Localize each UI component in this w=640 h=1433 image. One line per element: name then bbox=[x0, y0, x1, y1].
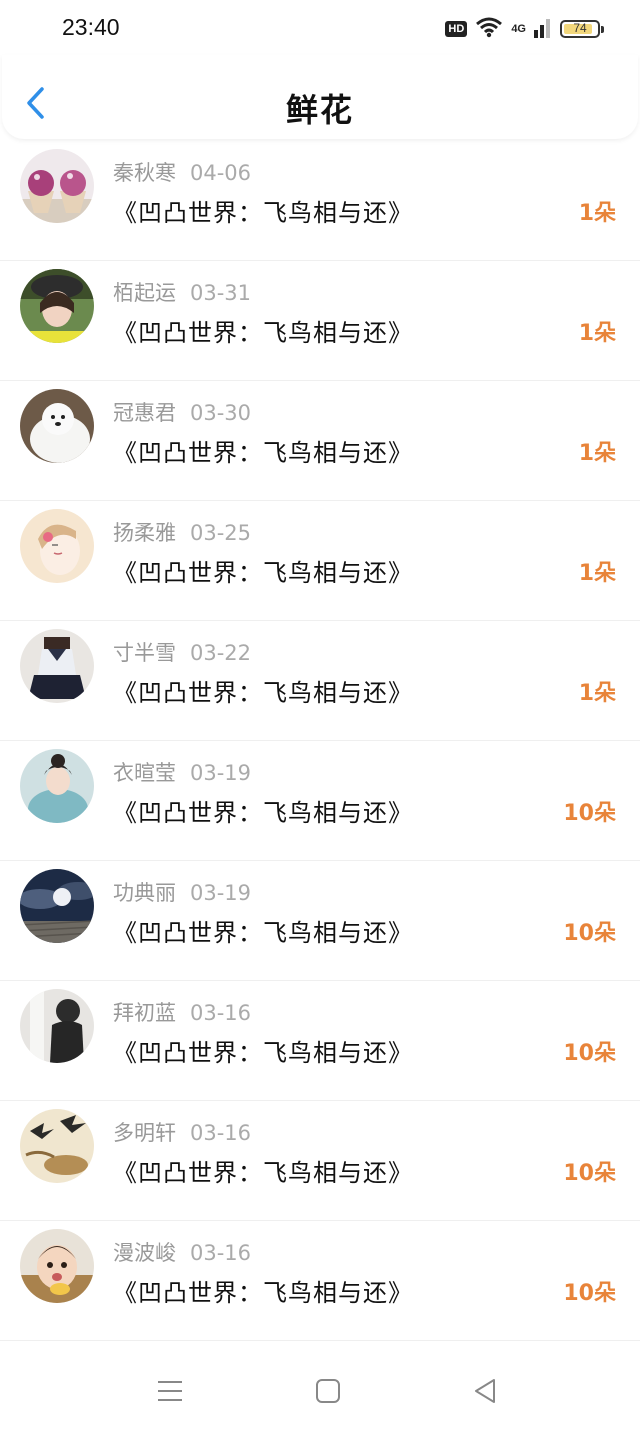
list-item-meta: 衣暄莹 03-19 bbox=[113, 757, 251, 787]
list-item[interactable]: 功典丽 03-19 《凹凸世界：飞鸟相与还》 10朵 bbox=[0, 861, 640, 981]
flower-count: 10朵 bbox=[563, 1041, 616, 1066]
avatar[interactable] bbox=[20, 989, 94, 1063]
gift-date: 03-16 bbox=[190, 1241, 252, 1265]
user-name: 冠惠君 bbox=[113, 401, 176, 425]
book-title[interactable]: 《凹凸世界：飞鸟相与还》 bbox=[113, 553, 413, 588]
gift-date: 03-30 bbox=[190, 401, 252, 425]
list-item-meta: 拜初蓝 03-16 bbox=[113, 997, 251, 1027]
avatar[interactable] bbox=[20, 1229, 94, 1303]
book-title[interactable]: 《凹凸世界：飞鸟相与还》 bbox=[113, 193, 413, 228]
list-item-meta: 寸半雪 03-22 bbox=[113, 637, 251, 667]
hd-badge: HD bbox=[445, 21, 468, 37]
list-item-meta: 多明轩 03-16 bbox=[113, 1117, 251, 1147]
user-name: 寸半雪 bbox=[113, 641, 176, 665]
flower-list: 秦秋寒 04-06 《凹凸世界：飞鸟相与还》 1朵 栢起运 03-31 《凹凸世界：… bbox=[0, 141, 640, 1341]
flower-count: 10朵 bbox=[563, 1281, 616, 1306]
book-title[interactable]: 《凹凸世界：飞鸟相与还》 bbox=[113, 433, 413, 468]
avatar[interactable] bbox=[20, 869, 94, 943]
header: 鲜花 bbox=[2, 55, 638, 139]
list-item[interactable]: 扬柔雅 03-25 《凹凸世界：飞鸟相与还》 1朵 bbox=[0, 501, 640, 621]
gift-date: 03-16 bbox=[190, 1121, 252, 1145]
avatar[interactable] bbox=[20, 1109, 94, 1183]
flower-count: 10朵 bbox=[563, 1161, 616, 1186]
list-item-meta: 冠惠君 03-30 bbox=[113, 397, 251, 427]
system-nav-bar bbox=[0, 1360, 640, 1420]
gift-date: 03-19 bbox=[190, 881, 252, 905]
status-icons: HD 4G 74 bbox=[445, 16, 604, 42]
user-name: 秦秋寒 bbox=[113, 161, 176, 185]
avatar[interactable] bbox=[20, 629, 94, 703]
book-title[interactable]: 《凹凸世界：飞鸟相与还》 bbox=[113, 1153, 413, 1188]
avatar[interactable] bbox=[20, 269, 94, 343]
list-item[interactable]: 漫波峻 03-16 《凹凸世界：飞鸟相与还》 10朵 bbox=[0, 1221, 640, 1341]
list-item-meta: 扬柔雅 03-25 bbox=[113, 517, 251, 547]
list-item[interactable]: 衣暄莹 03-19 《凹凸世界：飞鸟相与还》 10朵 bbox=[0, 741, 640, 861]
signal-icon bbox=[534, 16, 552, 42]
gift-date: 04-06 bbox=[190, 161, 252, 185]
avatar[interactable] bbox=[20, 389, 94, 463]
book-title[interactable]: 《凹凸世界：飞鸟相与还》 bbox=[113, 793, 413, 828]
page-title: 鲜花 bbox=[285, 91, 354, 129]
back-triangle-icon[interactable] bbox=[470, 1376, 500, 1406]
flower-count: 1朵 bbox=[578, 441, 616, 466]
list-item[interactable]: 多明轩 03-16 《凹凸世界：飞鸟相与还》 10朵 bbox=[0, 1101, 640, 1221]
book-title[interactable]: 《凹凸世界：飞鸟相与还》 bbox=[113, 673, 413, 708]
flower-count: 10朵 bbox=[563, 801, 616, 826]
list-item-meta: 功典丽 03-19 bbox=[113, 877, 251, 907]
gift-date: 03-19 bbox=[190, 761, 252, 785]
list-item[interactable]: 冠惠君 03-30 《凹凸世界：飞鸟相与还》 1朵 bbox=[0, 381, 640, 501]
menu-icon[interactable] bbox=[155, 1376, 185, 1406]
status-time: 23:40 bbox=[62, 14, 120, 40]
list-item[interactable]: 秦秋寒 04-06 《凹凸世界：飞鸟相与还》 1朵 bbox=[0, 141, 640, 261]
flower-count: 1朵 bbox=[578, 321, 616, 346]
battery-level: 74 bbox=[573, 21, 587, 35]
list-item[interactable]: 栢起运 03-31 《凹凸世界：飞鸟相与还》 1朵 bbox=[0, 261, 640, 381]
flower-count: 1朵 bbox=[578, 561, 616, 586]
book-title[interactable]: 《凹凸世界：飞鸟相与还》 bbox=[113, 1273, 413, 1308]
flower-count: 1朵 bbox=[578, 201, 616, 226]
gift-date: 03-16 bbox=[190, 1001, 252, 1025]
book-title[interactable]: 《凹凸世界：飞鸟相与还》 bbox=[113, 913, 413, 948]
list-item-meta: 漫波峻 03-16 bbox=[113, 1237, 251, 1267]
battery-icon: 74 bbox=[560, 20, 604, 38]
list-item[interactable]: 寸半雪 03-22 《凹凸世界：飞鸟相与还》 1朵 bbox=[0, 621, 640, 741]
gift-date: 03-22 bbox=[190, 641, 252, 665]
user-name: 拜初蓝 bbox=[113, 1001, 176, 1025]
list-item-meta: 秦秋寒 04-06 bbox=[113, 157, 251, 187]
user-name: 栢起运 bbox=[113, 281, 176, 305]
user-name: 扬柔雅 bbox=[113, 521, 176, 545]
list-item-meta: 栢起运 03-31 bbox=[113, 277, 251, 307]
avatar[interactable] bbox=[20, 149, 94, 223]
avatar[interactable] bbox=[20, 509, 94, 583]
avatar[interactable] bbox=[20, 749, 94, 823]
user-name: 多明轩 bbox=[113, 1121, 176, 1145]
gift-date: 03-25 bbox=[190, 521, 252, 545]
status-bar: 23:40 HD 4G 74 bbox=[0, 0, 640, 60]
book-title[interactable]: 《凹凸世界：飞鸟相与还》 bbox=[113, 313, 413, 348]
network-type: 4G bbox=[511, 23, 526, 35]
gift-date: 03-31 bbox=[190, 281, 252, 305]
flower-count: 1朵 bbox=[578, 681, 616, 706]
book-title[interactable]: 《凹凸世界：飞鸟相与还》 bbox=[113, 1033, 413, 1068]
user-name: 功典丽 bbox=[113, 881, 176, 905]
user-name: 衣暄莹 bbox=[113, 761, 176, 785]
wifi-icon bbox=[475, 16, 503, 42]
flower-count: 10朵 bbox=[563, 921, 616, 946]
user-name: 漫波峻 bbox=[113, 1241, 176, 1265]
home-square-icon[interactable] bbox=[313, 1376, 343, 1406]
list-item[interactable]: 拜初蓝 03-16 《凹凸世界：飞鸟相与还》 10朵 bbox=[0, 981, 640, 1101]
